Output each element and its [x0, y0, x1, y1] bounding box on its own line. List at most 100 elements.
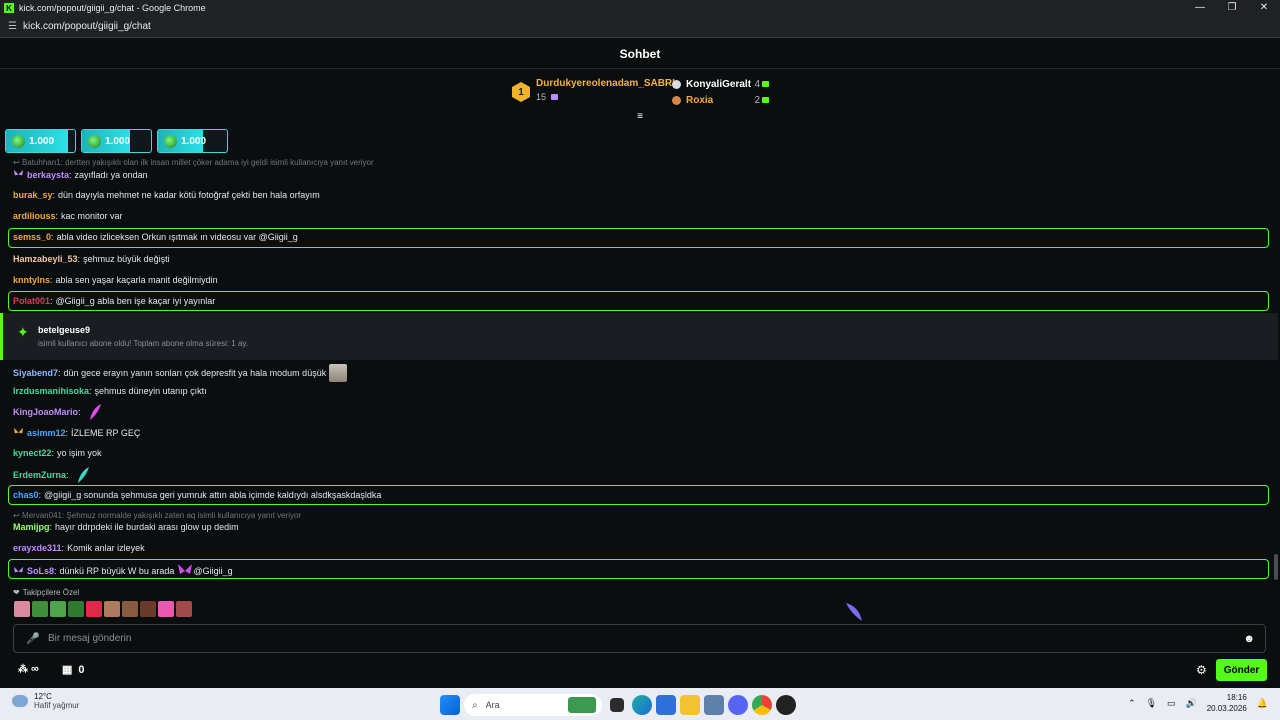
chat-message[interactable]: Hamzabeyli_53: şehmuz büyük değişti	[13, 254, 170, 264]
chat-username[interactable]: Siyabend7	[13, 368, 58, 378]
minimize-icon[interactable]: —	[1184, 0, 1216, 16]
chat-username[interactable]: kynect22	[13, 448, 52, 458]
chat-username[interactable]: KingJoaoMario	[13, 407, 78, 417]
chat-message[interactable]: ardiliouss: kac monitor var	[13, 211, 123, 221]
task-view-icon[interactable]	[610, 698, 624, 712]
weather-widget[interactable]: 12°C Hafif yağmur	[12, 692, 79, 710]
butterfly-icon	[13, 566, 24, 572]
chat-message[interactable]: Polat001: @Giigii_g abla ben işe kaçar i…	[13, 296, 215, 306]
chrome-icon[interactable]	[752, 695, 772, 715]
temperature: 12°C	[34, 692, 52, 701]
chat-message[interactable]: ErdemZurna:	[13, 466, 91, 484]
settings-app-icon[interactable]	[704, 695, 724, 715]
edge-icon[interactable]	[632, 695, 652, 715]
start-icon[interactable]	[440, 695, 460, 715]
discord-icon[interactable]	[728, 695, 748, 715]
emote-8-icon[interactable]	[140, 601, 156, 617]
leaderboard-first-place[interactable]: 1 Durdukyereolenadam_SABRI 15	[512, 78, 675, 102]
gear-icon[interactable]: ⚙	[1196, 663, 1207, 677]
followers-only-text: Takipçilere Özel	[22, 588, 80, 597]
subscriber-name[interactable]: betelgeuse9	[38, 325, 90, 335]
chat-message[interactable]: kynect22: yo işim yok	[13, 448, 102, 458]
chat-username[interactable]: asimm12	[27, 428, 66, 438]
volume-icon[interactable]: 🔊	[1186, 698, 1197, 709]
goal-bar[interactable]: 1.000	[5, 129, 76, 153]
network-icon[interactable]: ▭	[1167, 698, 1176, 709]
send-button[interactable]: Gönder	[1216, 659, 1267, 681]
reply-context[interactable]: ↩ Mervan041: Şehmuz normalde yakışıklı z…	[13, 511, 301, 520]
site-info-icon[interactable]: ☰	[8, 21, 17, 32]
chat-message[interactable]: SoLs8: dünkü RP büyük W bu arada @Giigii…	[13, 562, 233, 580]
chat-username[interactable]: knntylns	[13, 275, 50, 285]
chat-scrollbar[interactable]	[1274, 554, 1278, 580]
address-bar[interactable]: ☰ kick.com/popout/giigii_g/chat	[0, 16, 1280, 38]
butterfly-emote-icon	[178, 564, 193, 574]
gem-icon	[88, 135, 101, 148]
restore-icon[interactable]: ❐	[1216, 0, 1248, 16]
file-explorer-icon[interactable]	[680, 695, 700, 715]
chat-username[interactable]: Hamzabeyli_53	[13, 254, 78, 264]
notifications-icon[interactable]: 🔔	[1257, 698, 1268, 709]
chat-username[interactable]: chas0	[13, 490, 39, 500]
chat-text: @Giigii_g abla ben işe kaçar iyi yayınla…	[55, 296, 216, 306]
chat-text: zayıfladı ya ondan	[74, 169, 148, 180]
chat-username[interactable]: ErdemZurna	[13, 470, 66, 480]
emote-3-icon[interactable]	[50, 601, 66, 617]
emote-6-icon[interactable]	[104, 601, 120, 617]
emoji-picker-icon[interactable]: ☻	[1243, 633, 1255, 645]
taskbar-search[interactable]: ⌕ Ara	[464, 694, 602, 716]
chat-text: yo işim yok	[57, 448, 102, 458]
leaderboard-row[interactable]: KonyaliGeralt 4	[672, 76, 769, 92]
mic-tray-icon[interactable]: 🎙	[1146, 698, 1157, 709]
channel-points[interactable]: ⁂ ∞	[18, 663, 39, 675]
chat-username[interactable]: Polat001	[13, 296, 50, 306]
chat-username[interactable]: Irzdusmanihisoka	[13, 386, 89, 396]
github-icon[interactable]	[776, 695, 796, 715]
emote-1-icon[interactable]	[14, 601, 30, 617]
goal-bar[interactable]: 1.000	[157, 129, 228, 153]
close-icon[interactable]: ✕	[1248, 0, 1280, 16]
chevron-up-icon[interactable]: ⌃	[1128, 698, 1136, 709]
chat-username[interactable]: semss_0	[13, 232, 51, 242]
chat-text: şehmus düneyin utanıp çıktı	[94, 386, 207, 396]
collapse-icon[interactable]: ≡	[634, 112, 646, 122]
goal-bar[interactable]: 1.000	[81, 129, 152, 153]
emote-10-icon[interactable]	[176, 601, 192, 617]
chat-text: hayır ddrpdeki ile burdaki arası glow up…	[55, 522, 239, 532]
leaderboard-name: Roxia	[686, 94, 714, 106]
chat-message[interactable]: erayxde311: Komik anlar izleyek	[13, 543, 145, 553]
emote-2-icon[interactable]	[32, 601, 48, 617]
chat-message[interactable]: Irzdusmanihisoka: şehmus düneyin utanıp …	[13, 386, 207, 396]
chat-text: Komik anlar izleyek	[67, 543, 145, 553]
chat-username[interactable]: erayxde311	[13, 543, 62, 553]
chat-message[interactable]: Mamijpg: hayır ddrpdeki ile burdaki aras…	[13, 522, 239, 532]
chat-message[interactable]: Siyabend7: dün gece erayın yanın sonları…	[13, 364, 348, 382]
chat-username[interactable]: SoLs8	[27, 566, 54, 576]
emote-5-icon[interactable]	[86, 601, 102, 617]
emote-7-icon[interactable]	[122, 601, 138, 617]
leaderboard-count: 2	[754, 94, 760, 106]
emote-4-icon[interactable]	[68, 601, 84, 617]
chat-footer: ⁂ ∞ ▦ 0 ⚙ Gönder	[0, 656, 1280, 684]
chat-username[interactable]: berkaysta	[27, 170, 69, 180]
chat-text: dün gece erayın yanın sonları çok depres…	[63, 368, 327, 378]
clock[interactable]: 18:16 20.03.2026	[1207, 692, 1247, 714]
leaderboard-row[interactable]: Roxia 2	[672, 92, 769, 108]
leaderboard-count: 4	[754, 78, 760, 90]
chat-message[interactable]: knntylns: abla sen yaşar kaçarla manit d…	[13, 275, 218, 285]
reply-context[interactable]: ↩ Batuhhan1: dertten yakışıklı olan ilk …	[13, 158, 374, 167]
chat-message[interactable]: chas0: @giigii_g sonunda şehmusa geri yu…	[13, 490, 381, 500]
chat-message[interactable]: berkaysta: zayıfladı ya ondan	[13, 169, 148, 180]
emote-9-icon[interactable]	[158, 601, 174, 617]
chat-message[interactable]: KingJoaoMario:	[13, 403, 103, 421]
chat-username[interactable]: Mamijpg	[13, 522, 50, 532]
chat-message[interactable]: semss_0: abla video izliceksen Orkun ışı…	[13, 232, 298, 242]
chat-username[interactable]: ardiliouss	[13, 211, 56, 221]
chat-message[interactable]: burak_sy: dün dayıyla mehmet ne kadar kö…	[13, 190, 320, 200]
mic-icon[interactable]: 🎤	[26, 632, 40, 645]
chat-username[interactable]: burak_sy	[13, 190, 53, 200]
store-app-icon[interactable]	[656, 695, 676, 715]
message-input[interactable]	[48, 633, 1228, 644]
store-button[interactable]: ▦ 0	[62, 663, 85, 677]
chat-message[interactable]: asimm12: İZLEME RP GEÇ	[13, 427, 140, 438]
